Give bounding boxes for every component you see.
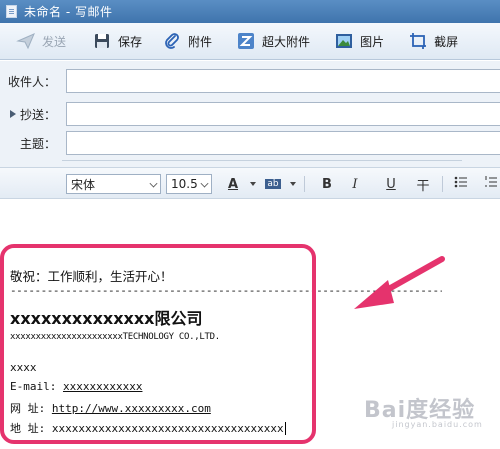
cc-input[interactable] (66, 102, 500, 126)
paperclip-icon (162, 31, 182, 51)
subject-label: 主题： (19, 136, 56, 151)
watermark-url: jingyan.baidu.com (392, 420, 483, 429)
toolbar-separator (304, 176, 305, 192)
window-title: 未命名 - 写邮件 (24, 5, 113, 19)
pointer-arrow-icon (354, 256, 445, 309)
chevron-down-icon (149, 179, 158, 188)
save-button[interactable]: 保存 (86, 27, 148, 55)
large-attachment-button[interactable]: 超大附件 (230, 27, 316, 55)
chevron-down-icon (200, 179, 209, 188)
font-size-select[interactable]: 10.5 (166, 174, 212, 194)
main-toolbar: 发送 保存 附件 超大附件 图片 截屏 (0, 23, 500, 60)
picture-icon (334, 31, 354, 51)
font-color-button[interactable]: A (222, 174, 244, 194)
large-attachment-icon (236, 31, 256, 51)
toolbar-separator (442, 176, 443, 192)
screenshot-button[interactable]: 截屏 (402, 27, 464, 55)
to-row: 收件人： (0, 68, 500, 94)
subject-input[interactable] (66, 131, 500, 155)
numbered-list-icon (484, 176, 498, 192)
underline-button[interactable]: U (380, 174, 402, 194)
highlight-box (0, 244, 316, 444)
to-input[interactable] (66, 69, 500, 93)
crop-icon (408, 31, 428, 51)
strikethrough-button[interactable]: 干 (412, 174, 434, 194)
expand-arrow-icon[interactable] (10, 110, 16, 118)
bullet-list-button[interactable] (450, 174, 472, 194)
send-button[interactable]: 发送 (10, 27, 72, 55)
bold-button[interactable]: B (316, 174, 338, 194)
font-family-select[interactable]: 宋体 (66, 174, 161, 194)
divider (62, 160, 462, 161)
bullet-list-icon (454, 176, 468, 192)
header-fields: 收件人： 抄送： 主题： (0, 61, 500, 167)
numbered-list-button[interactable] (480, 174, 500, 194)
attachment-button[interactable]: 附件 (156, 27, 218, 55)
subject-row: 主题： (0, 130, 500, 156)
highlight-color-button[interactable]: ab (262, 174, 284, 194)
paper-plane-icon (16, 31, 36, 51)
italic-button[interactable]: I (344, 174, 366, 194)
title-bar: 未命名 - 写邮件 (0, 0, 500, 23)
cc-row: 抄送： (0, 101, 500, 127)
dropdown-arrow-icon[interactable] (250, 182, 256, 186)
document-icon (6, 5, 17, 18)
to-label: 收件人： (7, 74, 56, 89)
insert-image-button[interactable]: 图片 (328, 27, 390, 55)
baidu-watermark: Bai度经验 jingyan.baidu.com (364, 392, 484, 436)
floppy-disk-icon (92, 31, 112, 51)
dropdown-arrow-icon[interactable] (290, 182, 296, 186)
format-toolbar: 宋体 10.5 A ab B I U 干 (0, 167, 500, 199)
